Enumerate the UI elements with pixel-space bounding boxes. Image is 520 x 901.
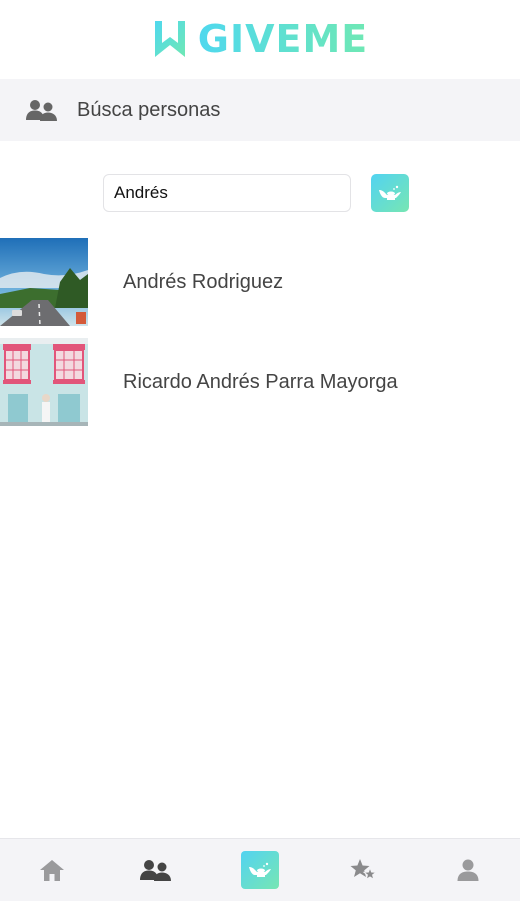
app-logo: GIVEME: [152, 17, 368, 61]
result-item[interactable]: Andrés Rodriguez: [0, 238, 520, 326]
magic-lamp-icon: [379, 185, 401, 200]
tab-center-button[interactable]: [241, 851, 279, 889]
result-avatar: [0, 238, 88, 326]
search-input[interactable]: [103, 174, 351, 212]
tab-home[interactable]: [22, 845, 82, 895]
home-icon: [40, 860, 64, 881]
bottom-tab-bar: [0, 838, 520, 901]
people-icon: [25, 97, 59, 123]
search-row: [0, 174, 520, 214]
tab-wishes[interactable]: [230, 845, 290, 895]
tab-favorites[interactable]: [334, 845, 394, 895]
result-avatar: [0, 338, 88, 426]
result-name: Ricardo Andrés Parra Mayorga: [123, 370, 398, 393]
tab-people[interactable]: [126, 845, 186, 895]
magic-lamp-icon: [249, 862, 271, 877]
stars-icon: [350, 859, 378, 881]
search-button[interactable]: [371, 174, 409, 212]
tab-profile[interactable]: [438, 845, 498, 895]
app-header: GIVEME: [0, 0, 520, 78]
section-header: Búsca personas: [0, 79, 520, 141]
result-name: Andrés Rodriguez: [123, 270, 284, 293]
people-icon: [140, 860, 171, 881]
brand-name: GIVEME: [197, 17, 369, 61]
user-icon: [457, 859, 479, 881]
logo-mark-icon: [154, 21, 185, 57]
section-title: Búsca personas: [77, 98, 221, 121]
result-item[interactable]: Ricardo Andrés Parra Mayorga: [0, 338, 520, 426]
